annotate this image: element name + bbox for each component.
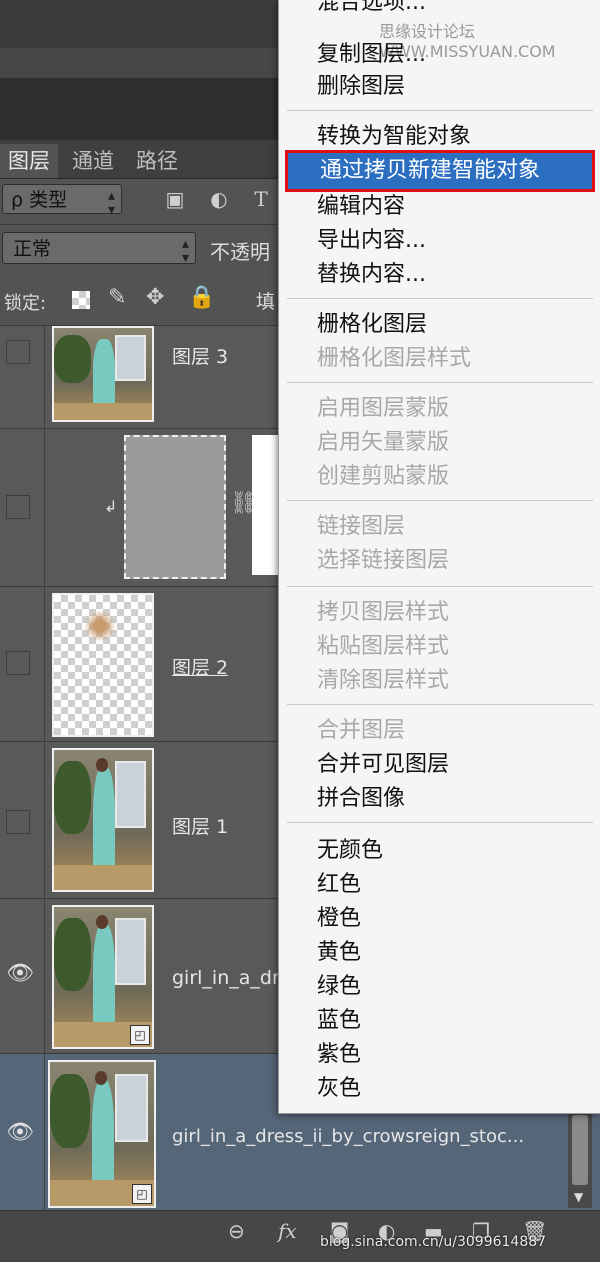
menu-item-blending-options[interactable]: 混合选项... xyxy=(279,0,600,20)
menu-item-color-none[interactable]: 无颜色 xyxy=(279,834,600,868)
layer-thumbnail xyxy=(52,326,154,422)
clipping-arrow-icon: ↲ xyxy=(104,497,118,516)
layer-context-menu: 混合选项... 思缘设计论坛 WWW.MISSYUAN.COM 复制图层... … xyxy=(278,0,600,1114)
divider xyxy=(44,326,45,428)
menu-item-rasterize-layer-style[interactable]: 栅格化图层样式 xyxy=(279,342,600,376)
eye-icon[interactable]: 👁 xyxy=(6,961,34,986)
menu-item-color-violet[interactable]: 紫色 xyxy=(279,1038,600,1072)
watermark-credit: blog.sina.com.cn/u/3099614887 xyxy=(320,1234,547,1250)
smart-object-badge-icon: ◰ xyxy=(130,1025,150,1045)
menu-separator xyxy=(287,500,593,501)
divider xyxy=(44,1054,45,1210)
tab-channels[interactable]: 通道 xyxy=(64,144,122,178)
divider xyxy=(44,587,45,741)
menu-item-delete-layer[interactable]: 删除图层 xyxy=(279,70,600,104)
divider xyxy=(44,742,45,898)
scroll-down-icon[interactable]: ▼ xyxy=(574,1190,583,1204)
menu-item-color-yellow[interactable]: 黄色 xyxy=(279,936,600,970)
layer-thumbnail: ◰ xyxy=(48,1060,156,1208)
menu-item-color-orange[interactable]: 橙色 xyxy=(279,902,600,936)
layer-name[interactable]: 图层 3 xyxy=(172,342,228,369)
menu-separator xyxy=(287,110,593,111)
menu-separator xyxy=(287,382,593,383)
filter-kind-label: ρ 类型 xyxy=(11,189,68,211)
blend-mode-label: 正常 xyxy=(13,238,52,260)
menu-item-enable-vector-mask[interactable]: 启用矢量蒙版 xyxy=(279,426,600,460)
menu-separator xyxy=(287,822,593,823)
menu-item-rasterize-layer[interactable]: 栅格化图层 xyxy=(279,308,600,342)
menu-separator xyxy=(287,586,593,587)
mask-thumbnail xyxy=(124,435,226,579)
tab-layers[interactable]: 图层 xyxy=(0,144,58,178)
lock-brush-icon[interactable]: ✎ xyxy=(108,285,126,310)
lock-move-icon[interactable]: ✥ xyxy=(146,285,164,310)
layer-thumbnail: ◰ xyxy=(52,905,154,1049)
layer-thumbnail xyxy=(52,593,154,737)
lock-label: 锁定: xyxy=(4,293,47,314)
link-icon[interactable]: ⊖ xyxy=(228,1219,245,1243)
opacity-label: 不透明 xyxy=(210,240,270,264)
type-filter-icon[interactable]: T xyxy=(248,186,274,212)
layer-name[interactable]: girl_in_a_dr xyxy=(172,967,280,989)
eye-icon[interactable]: 👁 xyxy=(6,1120,34,1145)
updown-arrow-icon: ▴ ▾ xyxy=(107,188,115,218)
menu-item-link-layers[interactable]: 链接图层 xyxy=(279,510,600,544)
menu-item-color-red[interactable]: 红色 xyxy=(279,868,600,902)
menu-item-flatten-image[interactable]: 拼合图像 xyxy=(279,782,600,816)
filter-kind-select[interactable]: ρ 类型 ▴ ▾ xyxy=(2,184,122,218)
menu-item-merge-visible[interactable]: 合并可见图层 xyxy=(279,748,600,782)
menu-item-clear-layer-style[interactable]: 清除图层样式 xyxy=(279,664,600,698)
menu-item-convert-smart-object[interactable]: 转换为智能对象 xyxy=(279,120,600,154)
image-filter-icon[interactable]: ▣ xyxy=(162,186,188,212)
layer-name[interactable]: girl_in_a_dress_ii_by_crowsreign_stoc... xyxy=(172,1126,524,1147)
menu-item-select-linked-layers[interactable]: 选择链接图层 xyxy=(279,544,600,578)
menu-item-copy-layer-style[interactable]: 拷贝图层样式 xyxy=(279,596,600,630)
menu-item-merge-layers[interactable]: 合并图层 xyxy=(279,714,600,748)
menu-separator xyxy=(287,298,593,299)
menu-item-replace-contents[interactable]: 替换内容... xyxy=(279,258,600,292)
menu-item-duplicate-layer[interactable]: 复制图层... xyxy=(279,38,600,72)
lock-all-icon[interactable]: 🔒 xyxy=(188,285,215,310)
visibility-toggle[interactable] xyxy=(6,810,30,834)
smart-object-badge-icon: ◰ xyxy=(132,1184,152,1204)
menu-separator xyxy=(287,704,593,705)
fx-icon[interactable]: fx xyxy=(278,1219,297,1243)
adjustment-filter-icon[interactable]: ◐ xyxy=(206,186,232,212)
tab-paths[interactable]: 路径 xyxy=(128,144,186,178)
scrollbar-thumb[interactable] xyxy=(572,1115,588,1185)
fill-label: 填 xyxy=(256,291,276,313)
menu-item-export-contents[interactable]: 导出内容... xyxy=(279,224,600,258)
menu-item-color-blue[interactable]: 蓝色 xyxy=(279,1004,600,1038)
menu-item-color-gray[interactable]: 灰色 xyxy=(279,1072,600,1106)
visibility-toggle[interactable] xyxy=(6,340,30,364)
visibility-toggle[interactable] xyxy=(6,495,30,519)
layer-name[interactable]: 图层 2 xyxy=(172,653,228,680)
menu-item-create-clipping-mask[interactable]: 创建剪贴蒙版 xyxy=(279,460,600,494)
divider xyxy=(44,899,45,1053)
menu-item-paste-layer-style[interactable]: 粘贴图层样式 xyxy=(279,630,600,664)
menu-item-new-smart-object-via-copy[interactable]: 通过拷贝新建智能对象 xyxy=(285,150,595,192)
menu-item-color-green[interactable]: 绿色 xyxy=(279,970,600,1004)
menu-item-enable-layer-mask[interactable]: 启用图层蒙版 xyxy=(279,392,600,426)
menu-item-edit-contents[interactable]: 编辑内容 xyxy=(279,190,600,224)
blend-mode-select[interactable]: 正常 ▴ ▾ xyxy=(2,232,196,266)
visibility-toggle[interactable] xyxy=(6,651,30,675)
divider xyxy=(44,429,45,586)
lock-transparent-icon[interactable] xyxy=(72,291,90,309)
updown-arrow-icon: ▴ ▾ xyxy=(181,236,189,266)
layer-thumbnail xyxy=(52,748,154,892)
layer-name[interactable]: 图层 1 xyxy=(172,812,228,839)
